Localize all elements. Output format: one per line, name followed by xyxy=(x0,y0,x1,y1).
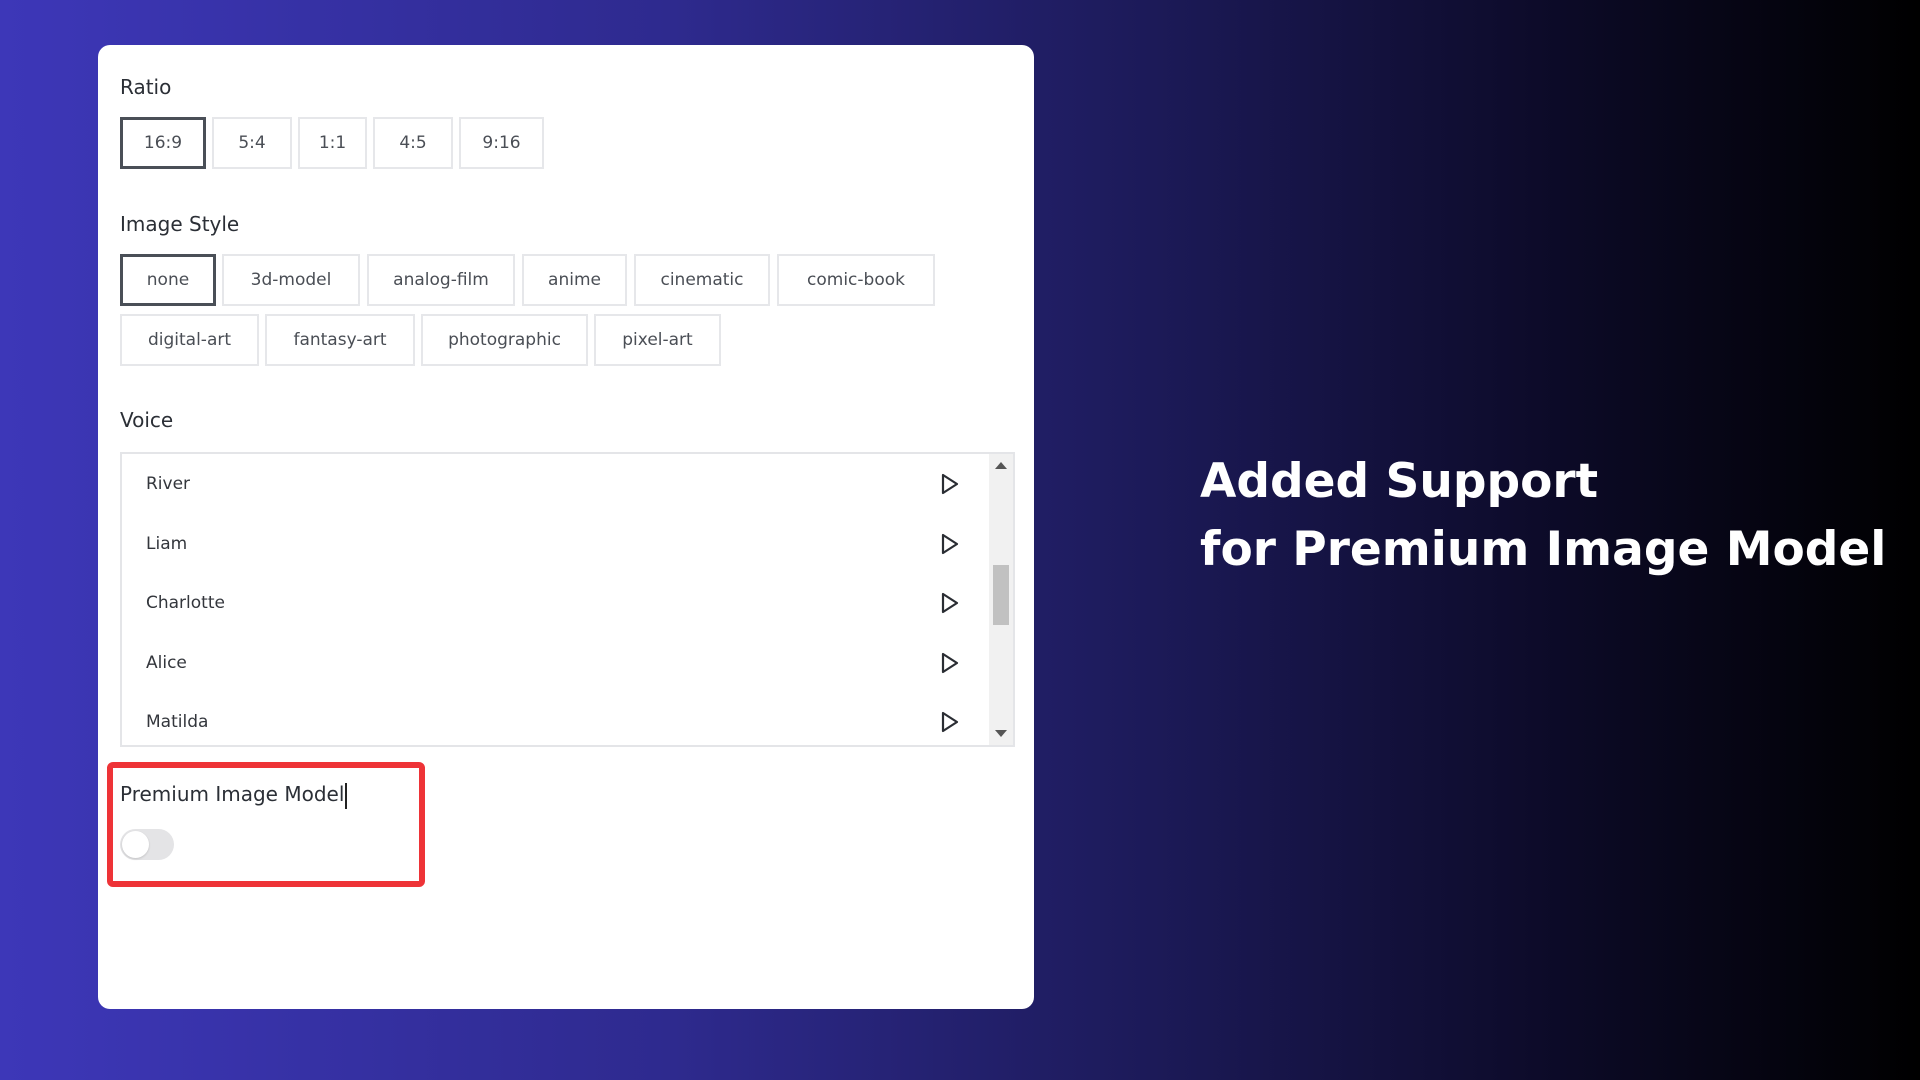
image-style-label: Image Style xyxy=(120,212,240,236)
voice-name: Alice xyxy=(146,653,187,673)
style-option-3d-model[interactable]: 3d-model xyxy=(222,254,360,306)
style-option-digital-art[interactable]: digital-art xyxy=(120,314,259,366)
scroll-up-arrow-icon[interactable] xyxy=(995,462,1007,469)
toggle-knob xyxy=(122,831,149,858)
style-option-analog-film[interactable]: analog-film xyxy=(367,254,515,306)
voice-name: Charlotte xyxy=(146,593,225,613)
style-option-pixel-art[interactable]: pixel-art xyxy=(594,314,721,366)
premium-highlight-box xyxy=(107,762,425,887)
scroll-down-arrow-icon[interactable] xyxy=(995,730,1007,737)
voice-item-alice[interactable]: Alice xyxy=(122,633,992,693)
text-cursor xyxy=(345,782,348,809)
premium-image-model-toggle[interactable] xyxy=(120,829,174,860)
play-icon[interactable] xyxy=(940,711,960,733)
voice-name: Liam xyxy=(146,534,188,554)
settings-card: Ratio 16:9 5:4 1:1 4:5 9:16 Image Style … xyxy=(98,45,1034,1009)
voice-name: River xyxy=(146,474,191,494)
headline-line-2: for Premium Image Model xyxy=(1200,522,1887,577)
voice-label: Voice xyxy=(120,408,174,432)
scroll-thumb[interactable] xyxy=(993,565,1009,625)
voice-item-river[interactable]: River xyxy=(122,454,992,514)
voice-list[interactable]: River Liam Charlotte Alice Matilda xyxy=(120,452,1015,747)
ratio-option-1-1[interactable]: 1:1 xyxy=(298,117,367,169)
style-option-anime[interactable]: anime xyxy=(522,254,627,306)
voice-item-liam[interactable]: Liam xyxy=(122,514,992,574)
play-icon[interactable] xyxy=(940,592,960,614)
ratio-option-4-5[interactable]: 4:5 xyxy=(373,117,453,169)
headline: Added Support for Premium Image Model xyxy=(1200,448,1886,584)
ratio-option-16-9[interactable]: 16:9 xyxy=(120,117,206,169)
style-option-none[interactable]: none xyxy=(120,254,216,306)
style-option-fantasy-art[interactable]: fantasy-art xyxy=(265,314,415,366)
play-icon[interactable] xyxy=(940,652,960,674)
style-option-photographic[interactable]: photographic xyxy=(421,314,588,366)
voice-name: Matilda xyxy=(146,712,209,732)
style-option-cinematic[interactable]: cinematic xyxy=(634,254,770,306)
voice-item-matilda[interactable]: Matilda xyxy=(122,692,992,745)
style-option-comic-book[interactable]: comic-book xyxy=(777,254,935,306)
premium-image-model-label: Premium Image Model xyxy=(120,782,348,809)
ratio-option-5-4[interactable]: 5:4 xyxy=(212,117,292,169)
headline-line-1: Added Support xyxy=(1200,454,1599,509)
voice-list-scrollbar[interactable] xyxy=(989,454,1013,745)
voice-item-charlotte[interactable]: Charlotte xyxy=(122,573,992,633)
ratio-option-9-16[interactable]: 9:16 xyxy=(459,117,544,169)
ratio-label: Ratio xyxy=(120,75,172,99)
play-icon[interactable] xyxy=(940,533,960,555)
play-icon[interactable] xyxy=(940,473,960,495)
premium-image-model-text: Premium Image Model xyxy=(120,782,345,806)
